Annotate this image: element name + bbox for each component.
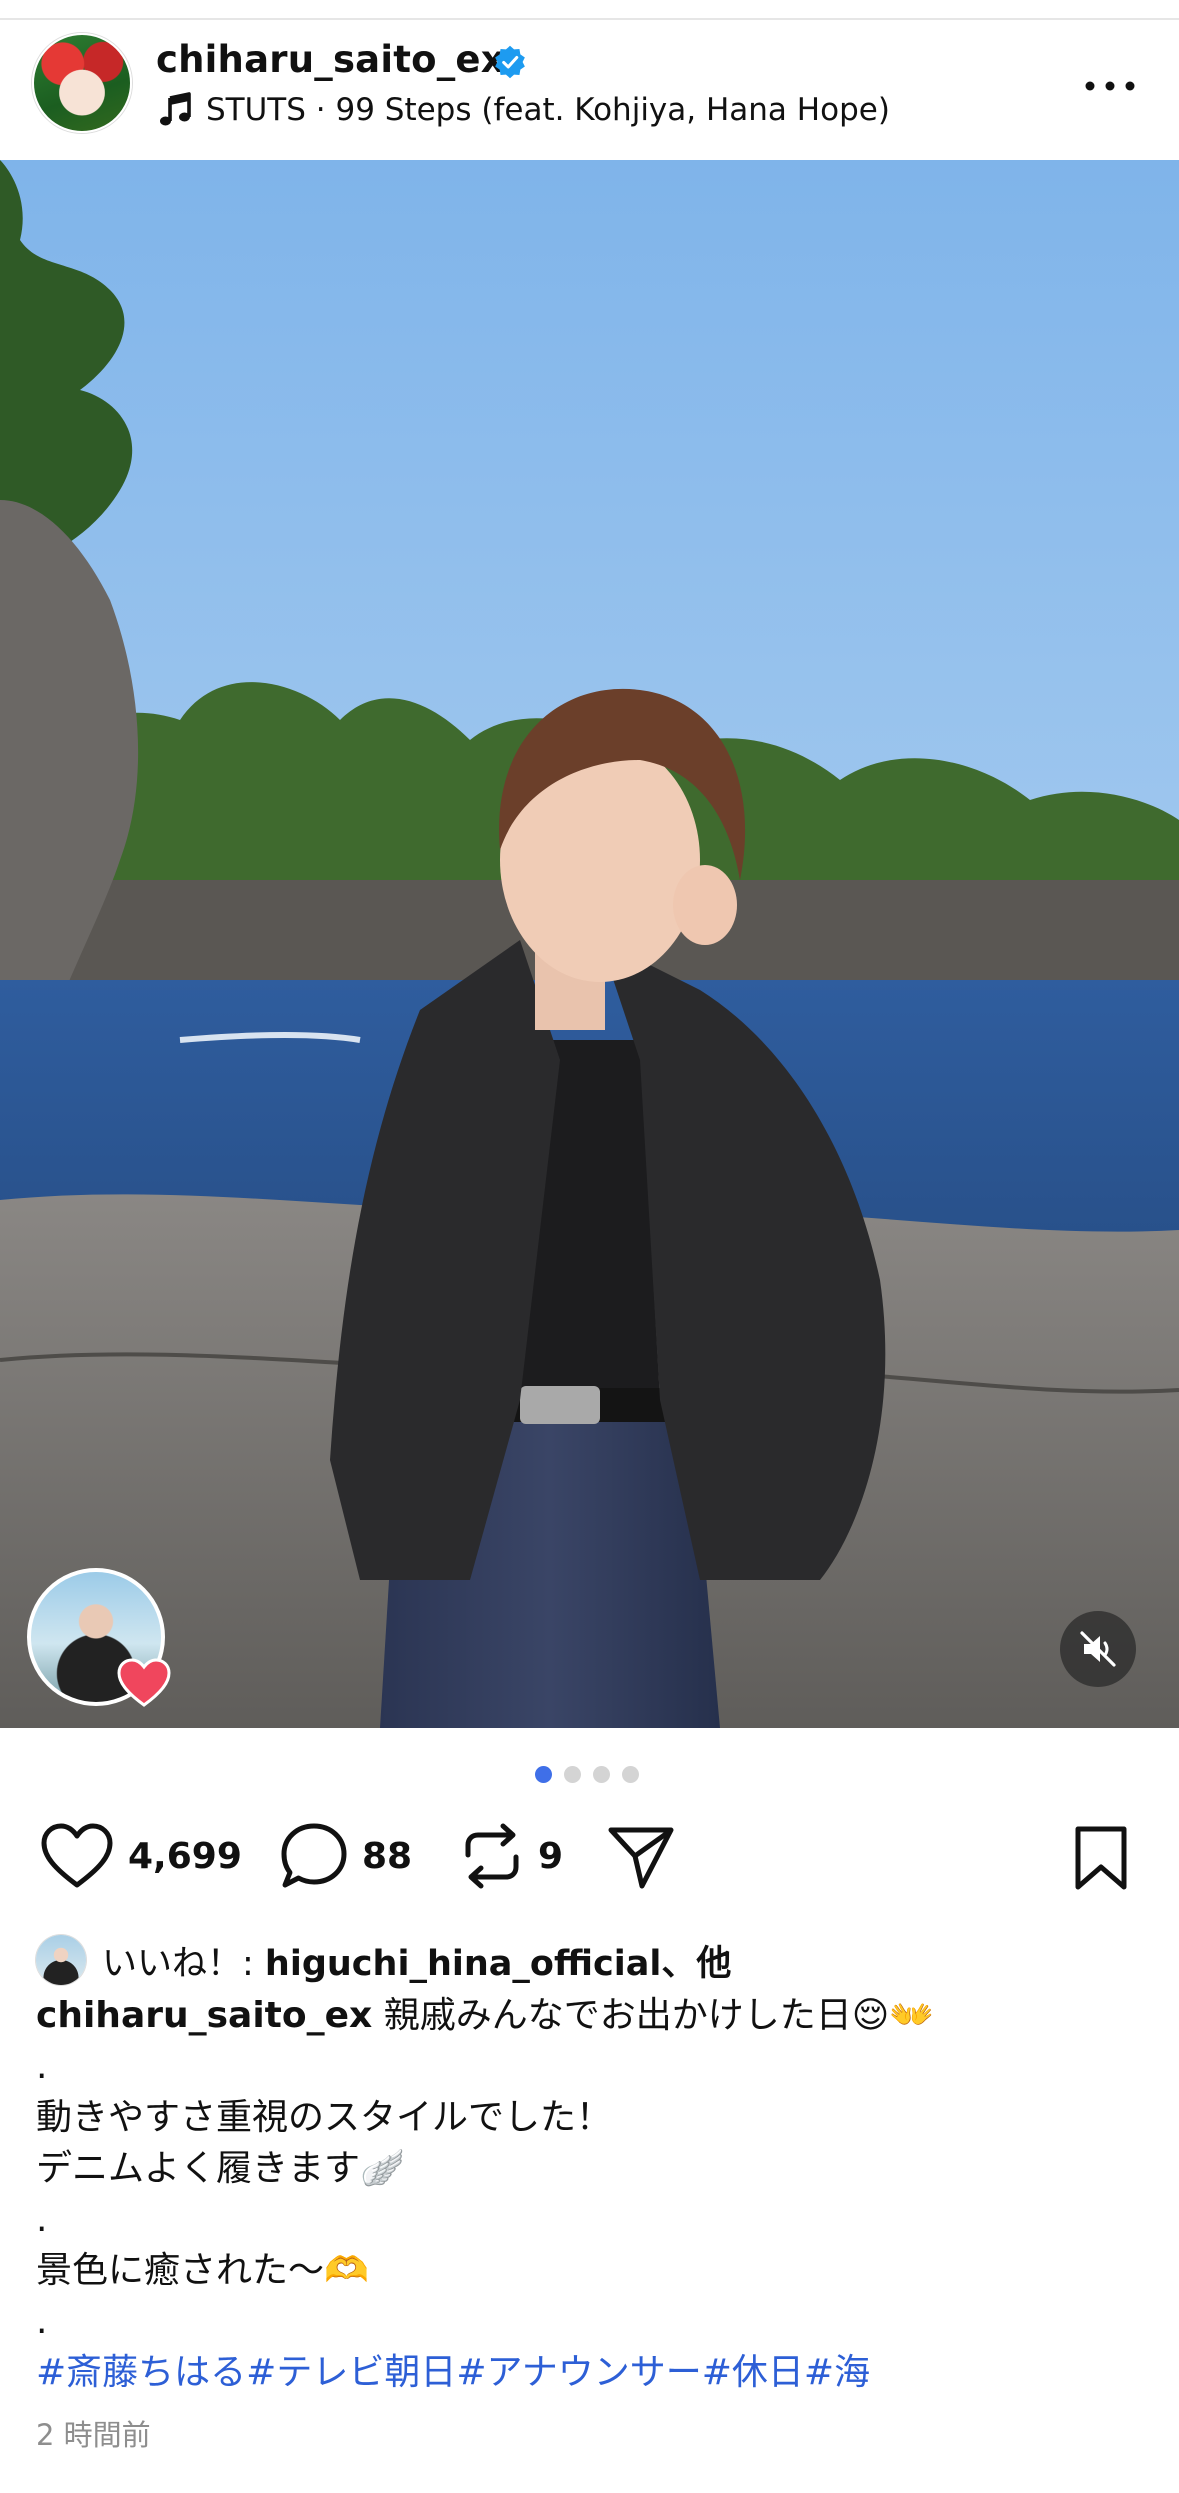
liked-by-suffix: 、他 — [661, 1943, 732, 1984]
action-bar: 4,699 88 9 — [0, 1820, 1179, 1892]
mute-toggle-button[interactable] — [1060, 1611, 1136, 1687]
caption-username[interactable]: chiharu_saito_ex — [36, 1995, 372, 2036]
heart-outline-icon — [41, 1823, 113, 1888]
speaker-muted-icon — [1080, 1631, 1116, 1667]
music-title: STUTS · 99 Steps (feat. Kohjiya, Hana Ho… — [206, 92, 890, 128]
post-caption: chiharu_saito_ex 親戚みんなでお出かけした日😌👐 . 動きやすさ… — [36, 1990, 1146, 2398]
music-link[interactable]: STUTS · 99 Steps (feat. Kohjiya, Hana Ho… — [156, 88, 890, 132]
liked-by-row[interactable]: いいね！: higuchi_hina_official、他 — [36, 1932, 731, 1988]
caption-text: デニムよく履きます🪽 — [36, 2148, 405, 2189]
carousel-dot-active — [535, 1766, 552, 1783]
comment-bubble-icon — [281, 1823, 347, 1888]
carousel-dot — [622, 1766, 639, 1783]
verified-badge-icon — [495, 45, 525, 79]
repost-button[interactable]: 9 — [460, 1820, 563, 1892]
post-timestamp: 2 時間前 — [36, 2418, 151, 2452]
post-header: chiharu_saito_ex STUTS · 99 Steps (feat.… — [0, 20, 1179, 160]
carousel-indicator — [535, 1766, 639, 1783]
carousel-dot — [564, 1766, 581, 1783]
caption-text: 景色に癒された〜🫶 — [36, 2250, 369, 2291]
bookmark-icon[interactable] — [1070, 1825, 1132, 1891]
carousel-dot — [593, 1766, 610, 1783]
liked-by-prefix: いいね！: — [102, 1943, 265, 1984]
music-note-icon — [160, 92, 191, 126]
comments-count: 88 — [362, 1835, 413, 1877]
likes-count: 4,699 — [128, 1835, 242, 1877]
heart-icon — [117, 1658, 171, 1707]
caption-line: chiharu_saito_ex 親戚みんなでお出かけした日😌👐 — [36, 1990, 1146, 2041]
reposts-count: 9 — [538, 1835, 564, 1877]
liked-by-text: いいね！: higuchi_hina_official、他 — [102, 1935, 731, 1986]
like-button[interactable]: 4,699 — [40, 1820, 242, 1892]
caption-dot: . — [36, 2301, 48, 2342]
caption-text: 親戚みんなでお出かけした日😌👐 — [383, 1995, 935, 2036]
more-options-icon[interactable] — [1082, 76, 1138, 96]
username[interactable]: chiharu_saito_ex — [156, 38, 505, 81]
send-icon — [608, 1827, 674, 1889]
caption-dot: . — [36, 2199, 48, 2240]
caption-dot: . — [36, 2046, 48, 2087]
caption-hashtags[interactable]: #斎藤ちはる#テレビ朝日#アナウンサー#休日#海 — [36, 2347, 1146, 2398]
profile-avatar[interactable] — [32, 33, 132, 133]
liked-by-user[interactable]: higuchi_hina_official — [265, 1944, 661, 1984]
caption-text: 動きやすさ重視のスタイルでした！ — [36, 2097, 613, 2138]
liked-by-avatar — [36, 1935, 86, 1985]
share-button[interactable] — [606, 1820, 676, 1892]
comment-button[interactable]: 88 — [280, 1820, 412, 1892]
repost-icon — [465, 1823, 519, 1889]
post-photo[interactable] — [0, 160, 1179, 1728]
